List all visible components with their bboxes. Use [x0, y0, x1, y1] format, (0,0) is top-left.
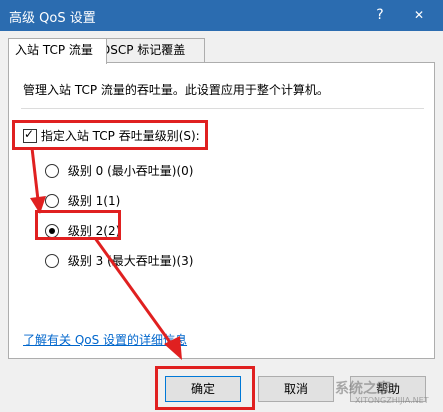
radio-button[interactable]	[45, 163, 59, 178]
close-button[interactable]: ✕	[403, 3, 435, 27]
radio-label: 级别 3 (最大吞吐量)(3)	[67, 254, 194, 268]
watermark-logo-text: 系统之家	[335, 381, 391, 397]
tab-inbound-tcp[interactable]: 入站 TCP 流量	[8, 38, 107, 64]
radio-label: 级别 0 (最小吞吐量)(0)	[67, 164, 194, 178]
title-help-button[interactable]: ?	[368, 3, 392, 27]
cancel-button[interactable]: 取消	[258, 376, 334, 402]
title-bar: 高级 QoS 设置 ? ✕	[0, 0, 443, 31]
radio-label: 级别 1(1)	[67, 194, 121, 208]
annotation-box-checkbox	[12, 120, 208, 150]
window-title: 高级 QoS 设置	[9, 11, 96, 26]
qos-help-link[interactable]: 了解有关 QoS 设置的详细信息	[23, 331, 187, 348]
ok-button[interactable]: 确定	[165, 376, 241, 402]
radio-level-0[interactable]: 级别 0 (最小吞吐量)(0)	[45, 162, 193, 179]
radio-button[interactable]	[45, 193, 59, 208]
tab-dscp[interactable]: DSCP 标记覆盖	[94, 38, 205, 63]
radio-level-1[interactable]: 级别 1(1)	[45, 192, 120, 209]
watermark-sub-text: XITONGZHIJIA.NET	[355, 396, 429, 405]
divider	[21, 108, 424, 109]
panel-description: 管理入站 TCP 流量的吞吐量。此设置应用于整个计算机。	[23, 83, 329, 97]
radio-button[interactable]	[45, 253, 59, 268]
annotation-box-level-2	[35, 210, 121, 240]
radio-level-3[interactable]: 级别 3 (最大吞吐量)(3)	[45, 252, 193, 269]
